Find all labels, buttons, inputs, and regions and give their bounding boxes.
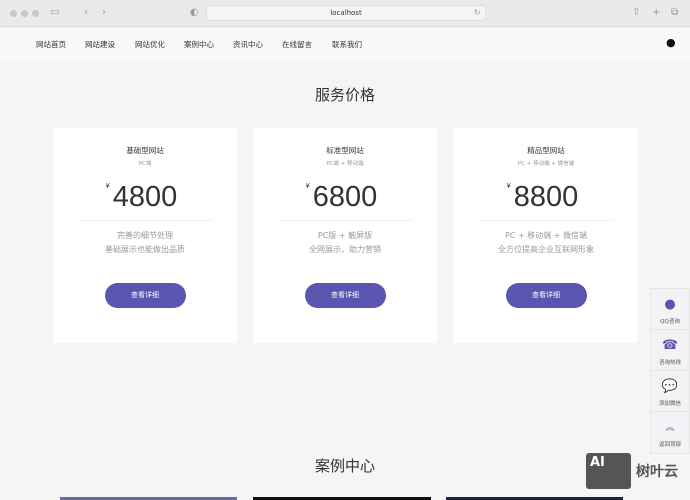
price-value: 4800 bbox=[112, 181, 178, 213]
price-value: 6800 bbox=[312, 181, 378, 213]
side-back-to-top[interactable]: ︽ 返回顶部 bbox=[651, 412, 689, 453]
desc-line: 完善的细节处理 bbox=[117, 231, 173, 240]
pricing-card-premium: 精品型网站 PC + 移动端 + 微信端 ¥8800 PC + 移动端 + 微信… bbox=[454, 128, 638, 343]
currency: ¥ bbox=[506, 183, 511, 190]
card-price: ¥4800 bbox=[106, 181, 178, 214]
card-subtitle: PC端 bbox=[138, 161, 152, 167]
side-float-bar: ● QQ咨询 ☎ 咨询热线 💬 添加微信 ︽ 返回顶部 bbox=[650, 288, 690, 454]
sidebar-icon[interactable]: ▭ bbox=[50, 6, 59, 20]
pricing-card-basic: 基础型网站 PC端 ¥4800 完善的细节处理基础展示也能做出品质 查看详细 bbox=[53, 128, 237, 343]
desc-line: PC版 + 触屏版 bbox=[317, 231, 373, 240]
qq-icon: ● bbox=[664, 297, 676, 312]
pricing-card-standard: 标准型网站 PC端 + 移动端 ¥6800 PC版 + 触屏版 全网展示，助力营销… bbox=[253, 128, 437, 343]
card-title: 基础型网站 bbox=[126, 146, 164, 155]
nav-contact[interactable]: 联系我们 bbox=[332, 39, 362, 50]
minimize-window-button[interactable] bbox=[21, 10, 28, 17]
forward-icon[interactable]: › bbox=[102, 6, 106, 20]
pricing-title: 服务价格 bbox=[314, 86, 375, 104]
watermark-logo-box: AI bbox=[586, 453, 631, 489]
desc-line: 全网展示，助力营销 bbox=[309, 245, 381, 254]
desc-line: 全方位提高企业互联网形象 bbox=[498, 245, 594, 254]
side-hotline[interactable]: ☎ 咨询热线 bbox=[651, 330, 689, 371]
nav-cases[interactable]: 案例中心 bbox=[184, 39, 214, 50]
nav-message[interactable]: 在线留言 bbox=[282, 39, 312, 50]
card-title: 标准型网站 bbox=[326, 146, 364, 155]
share-icon[interactable]: ⇧ bbox=[632, 6, 640, 20]
privacy-shield-icon: ◐ bbox=[190, 7, 199, 18]
qq-icon[interactable]: ● bbox=[666, 36, 676, 49]
side-label: 咨询热线 bbox=[658, 360, 681, 366]
details-button[interactable]: 查看详细 bbox=[304, 283, 386, 308]
price-value: 8800 bbox=[513, 181, 579, 213]
divider bbox=[78, 220, 212, 221]
reload-icon[interactable]: ↻ bbox=[474, 6, 481, 20]
wechat-icon: 💬 bbox=[661, 379, 679, 394]
new-tab-icon[interactable]: + bbox=[652, 6, 660, 20]
nav-home[interactable]: 网站首页 bbox=[36, 39, 66, 50]
divider bbox=[278, 220, 412, 221]
tabs-overview-icon[interactable]: ⧉ bbox=[671, 6, 678, 20]
nav-website-build[interactable]: 网站建设 bbox=[85, 39, 115, 50]
desc-line: PC + 移动端 + 微信端 bbox=[505, 231, 587, 240]
currency: ¥ bbox=[105, 183, 110, 190]
card-subtitle: PC端 + 移动端 bbox=[326, 161, 364, 167]
card-desc: PC + 移动端 + 微信端 全方位提高企业互联网形象 bbox=[454, 229, 638, 257]
browser-toolbar: ▭ ‹ › ◐ localhost ↻ ⇧ + ⧉ bbox=[0, 0, 690, 27]
card-subtitle: PC + 移动端 + 微信端 bbox=[517, 161, 575, 167]
desc-line: 基础展示也能做出品质 bbox=[105, 245, 185, 254]
nav-seo[interactable]: 网站优化 bbox=[135, 39, 165, 50]
card-desc: PC版 + 触屏版 全网展示，助力营销 bbox=[253, 229, 437, 257]
details-button[interactable]: 查看详细 bbox=[104, 283, 186, 308]
nav-news[interactable]: 资讯中心 bbox=[233, 39, 263, 50]
card-title: 精品型网站 bbox=[527, 146, 565, 155]
back-icon[interactable]: ‹ bbox=[84, 6, 88, 20]
side-wechat[interactable]: 💬 添加微信 bbox=[651, 371, 689, 412]
currency: ¥ bbox=[305, 183, 310, 190]
details-button[interactable]: 查看详细 bbox=[505, 283, 587, 308]
phone-icon: ☎ bbox=[661, 338, 679, 353]
watermark-text: 树叶云 bbox=[636, 464, 678, 480]
close-window-button[interactable] bbox=[10, 10, 17, 17]
url-bar[interactable]: localhost bbox=[206, 5, 486, 21]
card-price: ¥8800 bbox=[507, 181, 579, 214]
side-label: QQ咨询 bbox=[660, 319, 680, 325]
card-price: ¥6800 bbox=[306, 181, 378, 214]
card-desc: 完善的细节处理基础展示也能做出品质 bbox=[53, 229, 237, 257]
divider bbox=[479, 220, 613, 221]
side-label: 添加微信 bbox=[658, 401, 681, 407]
double-chevron-up-icon: ︽ bbox=[665, 423, 675, 433]
maximize-window-button[interactable] bbox=[32, 10, 39, 17]
side-label: 返回顶部 bbox=[658, 442, 681, 448]
site-nav: 网站首页 网站建设 网站优化 案例中心 资讯中心 在线留言 联系我们 ● bbox=[0, 28, 690, 60]
side-qq[interactable]: ● QQ咨询 bbox=[651, 289, 689, 330]
